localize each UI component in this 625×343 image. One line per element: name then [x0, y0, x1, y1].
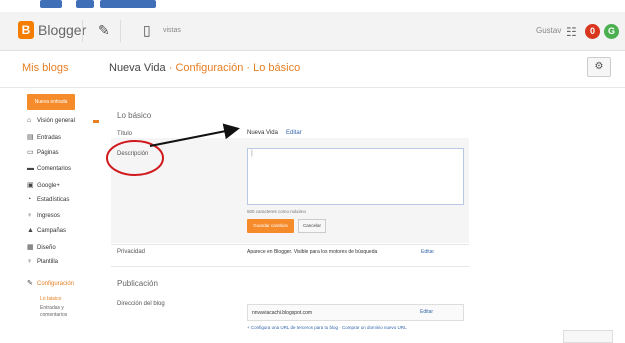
sidebar-subitem-basics[interactable]: Lo básico — [40, 296, 61, 302]
sidebar-item[interactable]: ▣ Google+ — [27, 181, 60, 189]
blogger-toolbar: B Blogger ✎ ▯ vistas Gustav ☷ 0 G — [0, 12, 625, 51]
character-hint: 500 caracteres como máximo — [247, 209, 307, 214]
sidebar-item[interactable]: ⌂ Visión general — [27, 117, 75, 124]
sidebar-item-label: Plantilla — [37, 259, 59, 265]
sidebar-item-label: Configuración — [37, 281, 75, 287]
account-avatar[interactable]: G — [604, 24, 619, 39]
breadcrumb: Nueva Vida · Configuración · Lo básico — [109, 62, 300, 74]
sidebar-item[interactable]: ◔ Estadísticas — [27, 196, 69, 203]
breadcrumb-blog-name[interactable]: Nueva Vida — [109, 62, 166, 74]
blogger-logo-text[interactable]: Blogger — [38, 22, 86, 38]
toolbar-divider — [82, 20, 83, 42]
sidebar-item[interactable]: ♀ Ingresos — [27, 212, 60, 219]
custom-domain-link[interactable]: + Configura una URL de terceros para tu … — [247, 325, 407, 330]
sidebar-item-label: Páginas — [37, 150, 59, 156]
section-title: Lo básico — [117, 111, 152, 120]
sidebar-item[interactable]: ▬ Comentarios — [27, 165, 71, 172]
sidebar-item[interactable]: ▦ Diseño — [27, 243, 56, 251]
address-edit-link[interactable]: Editar — [420, 309, 433, 315]
page-header — [0, 51, 625, 88]
divider — [111, 266, 469, 267]
cancel-button[interactable]: Cancelar — [298, 219, 326, 233]
sidebar-item-label: Entradas — [37, 135, 62, 141]
sidebar-item-label: Diseño — [37, 245, 56, 251]
toolbar-divider — [120, 20, 121, 42]
address-label: Dirección del blog — [117, 301, 165, 307]
title-value: Nueva Vida — [247, 130, 278, 136]
notifications-badge[interactable]: 0 — [585, 24, 600, 39]
user-name[interactable]: Gustav — [536, 26, 561, 35]
sidebar-subitem-posts-comments[interactable]: Entradas y comentarios — [40, 305, 80, 319]
breadcrumb-separator: · — [243, 62, 254, 74]
sidebar-item[interactable]: ▤ Entradas — [27, 133, 61, 141]
breadcrumb-separator: · — [165, 62, 176, 74]
campaign-icon: ▲ — [27, 227, 34, 234]
layout-icon: ▦ — [27, 244, 34, 251]
apps-grid-icon[interactable]: ☷ — [566, 25, 577, 39]
breadcrumb-section: Lo básico — [253, 62, 301, 74]
title-label: Título — [117, 131, 133, 137]
privacy-label: Privacidad — [117, 249, 146, 255]
comment-icon: ▬ — [27, 165, 34, 172]
sidebar-item-label: Google+ — [37, 183, 60, 189]
publication-section-title: Publicación — [117, 279, 158, 288]
pencil-icon[interactable]: ✎ — [98, 22, 110, 39]
sidebar-item[interactable]: ♀ Plantilla — [27, 258, 58, 265]
my-blogs-link[interactable]: Mis blogs — [22, 62, 68, 74]
divider — [111, 244, 469, 245]
privacy-value: Aparece en Blogger. Visible para los mot… — [247, 249, 378, 255]
save-changes-button[interactable]: Guardar cambios — [247, 219, 294, 233]
cropped-element — [40, 0, 62, 8]
cropped-element — [76, 0, 94, 8]
bottom-cropped-button[interactable] — [563, 330, 613, 343]
wrench-icon: ✎ — [27, 280, 33, 287]
gear-icon: ⚙ — [594, 61, 604, 72]
description-textarea[interactable]: | — [247, 148, 464, 205]
sidebar-item[interactable]: ▭ Páginas — [27, 148, 59, 156]
sidebar-item[interactable]: ✎ Configuración — [27, 279, 74, 287]
pages-icon: ▭ — [27, 149, 34, 156]
googleplus-icon: ▣ — [27, 182, 34, 189]
sidebar-item-label: Visión general — [37, 118, 75, 124]
stats-icon: ◔ — [27, 196, 32, 203]
home-icon: ⌂ — [27, 117, 32, 124]
sidebar-item-label: Campañas — [37, 228, 67, 234]
sidebar-item[interactable]: ▲ Campañas — [27, 227, 66, 234]
sidebar-item-label: Estadísticas — [37, 197, 70, 203]
settings-gear-button[interactable]: ⚙ — [587, 57, 611, 77]
earnings-icon: ♀ — [27, 212, 33, 219]
title-edit-link[interactable]: Editar — [286, 130, 302, 136]
sidebar-item-label: Comentarios — [37, 166, 72, 172]
sidebar-item-label: Ingresos — [37, 213, 61, 219]
views-link[interactable]: vistas — [163, 27, 181, 34]
description-label: Descripción — [117, 151, 149, 157]
privacy-edit-link[interactable]: Editar — [421, 249, 434, 255]
cropped-element — [100, 0, 156, 8]
blogger-logo-icon[interactable]: B — [18, 21, 34, 39]
breadcrumb-config[interactable]: Configuración — [175, 62, 243, 74]
top-cropped-strip — [0, 0, 625, 10]
sidebar-pointer — [93, 120, 99, 123]
page-icon[interactable]: ▯ — [143, 22, 151, 39]
new-post-button[interactable]: Nueva entrada — [27, 94, 75, 110]
template-icon: ♀ — [27, 258, 33, 265]
document-icon: ▤ — [27, 134, 34, 141]
